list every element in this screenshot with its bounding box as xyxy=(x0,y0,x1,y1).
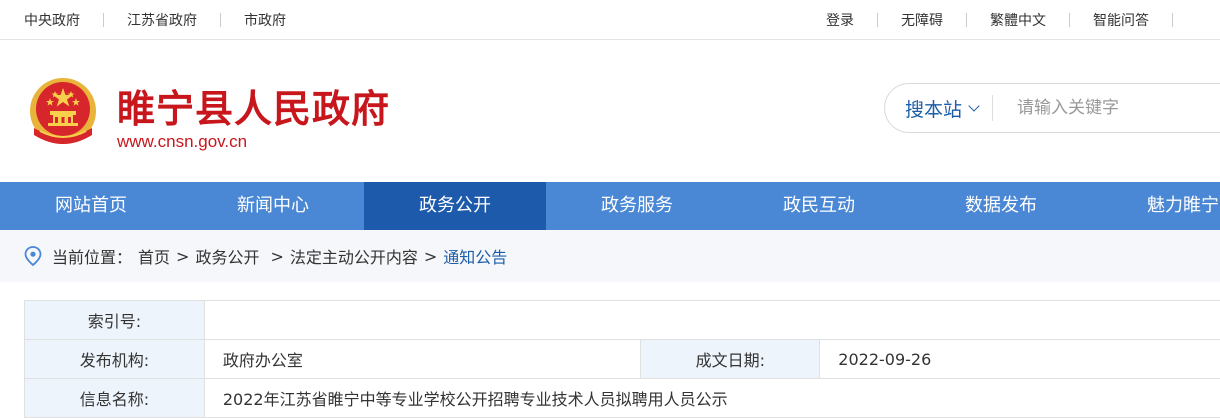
login-link[interactable]: 登录 xyxy=(826,10,854,30)
publisher-label: 发布机构: xyxy=(25,340,205,379)
divider xyxy=(877,13,878,27)
accessibility-link[interactable]: 无障碍 xyxy=(901,10,943,30)
table-row: 索引号: xyxy=(25,301,1220,340)
document-date-label: 成文日期: xyxy=(641,340,820,379)
site-title[interactable]: 睢宁县人民政府 xyxy=(117,78,390,133)
smart-qa-link[interactable]: 智能问答 xyxy=(1093,10,1149,30)
nav-gov-services[interactable]: 政务服务 xyxy=(546,182,728,230)
divider xyxy=(1069,13,1070,27)
national-emblem-icon xyxy=(26,73,100,153)
chevron-down-icon xyxy=(968,100,979,111)
main-nav: 网站首页 新闻中心 政务公开 政务服务 政民互动 数据发布 魅力睢宁 xyxy=(0,182,1220,230)
top-right-links: 登录 无障碍 繁體中文 智能问答 xyxy=(826,0,1220,40)
index-number-label: 索引号: xyxy=(25,301,205,340)
breadcrumb-home[interactable]: 首页 xyxy=(138,244,170,268)
link-province-gov[interactable]: 江苏省政府 xyxy=(127,10,197,30)
link-city-gov[interactable]: 市政府 xyxy=(244,10,286,30)
nav-charm[interactable]: 魅力睢宁 xyxy=(1092,182,1220,230)
top-bar: 中央政府 江苏省政府 市政府 登录 无障碍 繁體中文 智能问答 xyxy=(0,0,1220,40)
info-name-label: 信息名称: xyxy=(25,379,205,418)
index-number-value xyxy=(204,301,1220,340)
divider xyxy=(220,13,221,27)
nav-data-release[interactable]: 数据发布 xyxy=(910,182,1092,230)
breadcrumb-separator: > xyxy=(270,247,283,266)
breadcrumb-statutory-disclosure[interactable]: 法定主动公开内容 xyxy=(290,244,418,268)
search-input[interactable] xyxy=(1015,97,1219,119)
breadcrumb-notices[interactable]: 通知公告 xyxy=(443,244,507,268)
traditional-chinese-link[interactable]: 繁體中文 xyxy=(990,10,1046,30)
document-info-table: 索引号: 发布机构: 政府办公室 成文日期: 2022-09-26 信息名称: … xyxy=(24,300,1220,418)
info-name-value: 2022年江苏省睢宁中等专业学校公开招聘专业技术人员拟聘用人员公示 xyxy=(204,379,1220,418)
nav-home[interactable]: 网站首页 xyxy=(0,182,182,230)
search-box: 搜本站 xyxy=(884,83,1220,133)
site-url[interactable]: www.cnsn.gov.cn xyxy=(117,132,247,152)
divider xyxy=(103,13,104,27)
document-date-value: 2022-09-26 xyxy=(820,340,1220,379)
table-row: 发布机构: 政府办公室 成文日期: 2022-09-26 xyxy=(25,340,1220,379)
publisher-value: 政府办公室 xyxy=(204,340,641,379)
nav-gov-affairs-open[interactable]: 政务公开 xyxy=(364,182,546,230)
nav-news[interactable]: 新闻中心 xyxy=(182,182,364,230)
search-scope-label: 搜本站 xyxy=(905,95,962,122)
nav-interaction[interactable]: 政民互动 xyxy=(728,182,910,230)
breadcrumb: 当前位置： 首页 > 政务公开 > 法定主动公开内容 > 通知公告 xyxy=(0,230,1220,282)
breadcrumb-gov-affairs-open[interactable]: 政务公开 xyxy=(195,244,259,268)
divider xyxy=(1172,13,1173,27)
breadcrumb-separator: > xyxy=(424,247,437,266)
breadcrumb-label: 当前位置： xyxy=(52,244,132,268)
table-row: 信息名称: 2022年江苏省睢宁中等专业学校公开招聘专业技术人员拟聘用人员公示 xyxy=(25,379,1220,418)
divider xyxy=(966,13,967,27)
breadcrumb-separator: > xyxy=(176,247,189,266)
search-divider xyxy=(992,95,993,121)
top-left-links: 中央政府 江苏省政府 市政府 xyxy=(24,0,286,40)
search-scope-dropdown[interactable]: 搜本站 xyxy=(905,95,978,122)
location-pin-icon xyxy=(24,246,42,266)
link-central-gov[interactable]: 中央政府 xyxy=(24,10,80,30)
